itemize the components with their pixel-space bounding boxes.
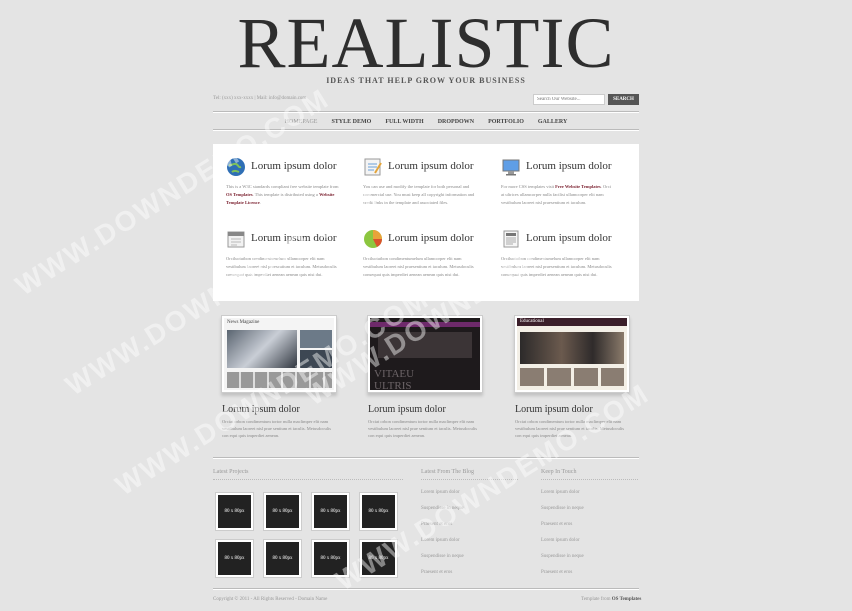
project-tile[interactable]: 80 x 80px [264, 540, 301, 577]
feature-title: Lorum ipsum dolor [251, 160, 337, 172]
feature-text: Orciluctutbon condimentumelum ullamcorpe… [226, 256, 337, 277]
blog-link[interactable]: Praesent et eros [421, 570, 452, 575]
portfolio-thumbnail[interactable]: Educational [514, 315, 630, 393]
feature-link[interactable]: OS Templates [226, 192, 253, 197]
feature-link[interactable]: Free Website Templates [555, 184, 601, 189]
feature-title: Lorum ipsum dolor [526, 160, 612, 172]
feature-text: For more CSS templates visit Free Websit… [501, 184, 611, 205]
site-logo[interactable]: REALISTIC [0, 4, 852, 82]
portfolio-text: Orciat orbon condimentum tortor nulla ma… [515, 419, 624, 438]
search-button[interactable]: SEARCH [608, 94, 639, 105]
main-nav: HOMEPAGE STYLE DEMO FULL WIDTH DROPDOWN … [213, 115, 639, 129]
portfolio-title[interactable]: Lorum ipsum dolor [222, 404, 300, 415]
thumb-caption: ULTRIS [374, 380, 412, 390]
portfolio-title[interactable]: Lorum ipsum dolor [515, 404, 593, 415]
project-tile[interactable]: 80 x 80px [360, 493, 397, 530]
search-input[interactable] [533, 94, 605, 105]
portfolio-title[interactable]: Lorum ipsum dolor [368, 404, 446, 415]
touch-link[interactable]: Suspendisse in neque [541, 506, 584, 511]
heading-underline [213, 479, 403, 480]
nav-item-dropdown[interactable]: DROPDOWN [438, 115, 474, 129]
monitor-icon [502, 159, 520, 176]
site-tagline: IDEAS THAT HELP GROW YOUR BUSINESS [326, 76, 526, 85]
feature-text: This is a W3C standards compliant free w… [226, 184, 339, 205]
feature-title: Lorum ipsum dolor [388, 232, 474, 244]
project-tile[interactable]: 80 x 80px [312, 540, 349, 577]
calendar-icon [227, 231, 245, 248]
nav-item-portfolio[interactable]: PORTFOLIO [488, 115, 524, 129]
nav-item-style-demo[interactable]: STYLE DEMO [331, 115, 371, 129]
thumb-caption: News Magazine [227, 320, 260, 325]
thumb-caption: Educational [520, 319, 544, 324]
touch-link[interactable]: Lorem ipsum dolor [541, 490, 580, 495]
feature-title: Lorum ipsum dolor [526, 232, 612, 244]
feature-text: Orciluctutbon condimentumelum ullamcorpe… [363, 256, 474, 277]
feature-text: You can use and modify the template for … [363, 184, 475, 205]
project-tile[interactable]: 80 x 80px [216, 540, 253, 577]
thumb-caption: VITAEU [374, 368, 415, 380]
touch-link[interactable]: Suspendisse in neque [541, 554, 584, 559]
portfolio-image: Educational [517, 318, 627, 390]
features-panel: Lorum ipsum dolor This is a W3C standard… [213, 144, 639, 301]
latest-projects-heading: Latest Projects [213, 469, 249, 475]
touch-link[interactable]: Lorem ipsum dolor [541, 538, 580, 543]
heading-underline [421, 479, 518, 480]
blog-link[interactable]: Lorem ipsum dolor [421, 490, 460, 495]
nav-item-full-width[interactable]: FULL WIDTH [385, 115, 423, 129]
section-divider [213, 457, 639, 459]
nav-item-homepage[interactable]: HOMEPAGE [285, 115, 318, 129]
feature-text: Orciluctutbon condimentumelum ullamcorpe… [501, 256, 612, 277]
footer-credit: Template from OS Templates [581, 597, 642, 602]
globe-icon [227, 158, 245, 176]
blog-link[interactable]: Lorem ipsum dolor [421, 538, 460, 543]
blog-link[interactable]: Praesent et eros [421, 522, 452, 527]
heading-underline [541, 479, 638, 480]
nav-bottom-rule [213, 129, 639, 131]
notepad-icon [364, 158, 382, 176]
footer-copyright: Copyright © 2011 - All Rights Reserved -… [213, 597, 328, 602]
project-tile[interactable]: 80 x 80px [216, 493, 253, 530]
footer-credit-link[interactable]: OS Templates [612, 597, 642, 602]
blog-heading: Latest From The Blog [421, 469, 475, 475]
project-tile[interactable]: 80 x 80px [264, 493, 301, 530]
portfolio-image: VITAEU ULTRIS [370, 318, 480, 390]
nav-top-rule [213, 111, 639, 113]
portfolio-thumbnail[interactable]: News Magazine [221, 315, 337, 393]
portfolio-text: Orciat orbon condimentum tortor nulla ma… [222, 419, 331, 438]
footer-divider [213, 588, 639, 590]
portfolio-thumbnail[interactable]: VITAEU ULTRIS [367, 315, 483, 393]
newspaper-icon [503, 230, 519, 248]
touch-link[interactable]: Praesent et eros [541, 570, 572, 575]
touch-heading: Keep In Touch [541, 469, 577, 475]
blog-link[interactable]: Suspendisse in neque [421, 506, 464, 511]
feature-title: Lorum ipsum dolor [251, 232, 337, 244]
feature-title: Lorum ipsum dolor [388, 160, 474, 172]
project-tile[interactable]: 80 x 80px [360, 540, 397, 577]
pie-chart-icon [364, 230, 382, 248]
contact-info: Tel: (xxx) xxx-xxxx | Mail: info@domain.… [213, 96, 307, 101]
blog-link[interactable]: Suspendisse in neque [421, 554, 464, 559]
project-tile[interactable]: 80 x 80px [312, 493, 349, 530]
portfolio-text: Orciat orbon condimentum tortor nulla ma… [368, 419, 477, 438]
nav-item-gallery[interactable]: GALLERY [538, 115, 567, 129]
portfolio-image: News Magazine [224, 318, 334, 390]
touch-link[interactable]: Praesent et eros [541, 522, 572, 527]
